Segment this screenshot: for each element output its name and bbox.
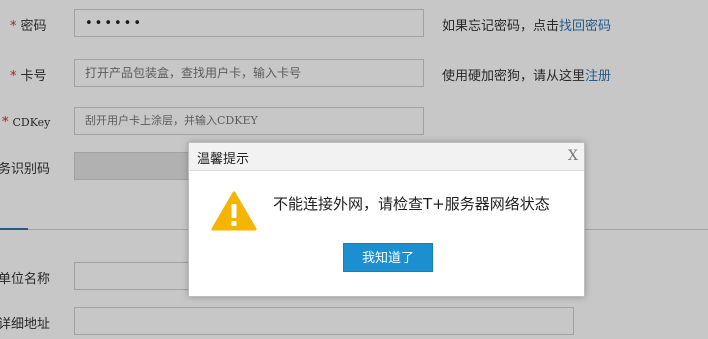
alert-dialog: 温馨提示 X 不能连接外网，请检查T+服务器网络状态 我知道了 [188, 142, 585, 297]
close-icon[interactable]: X [568, 148, 578, 164]
dialog-header: 温馨提示 X [189, 143, 584, 171]
warning-icon [211, 191, 257, 231]
dialog-message: 不能连接外网，请检查T+服务器网络状态 [273, 195, 550, 213]
dialog-title: 温馨提示 [197, 152, 250, 167]
acknowledge-button[interactable]: 我知道了 [343, 243, 433, 272]
